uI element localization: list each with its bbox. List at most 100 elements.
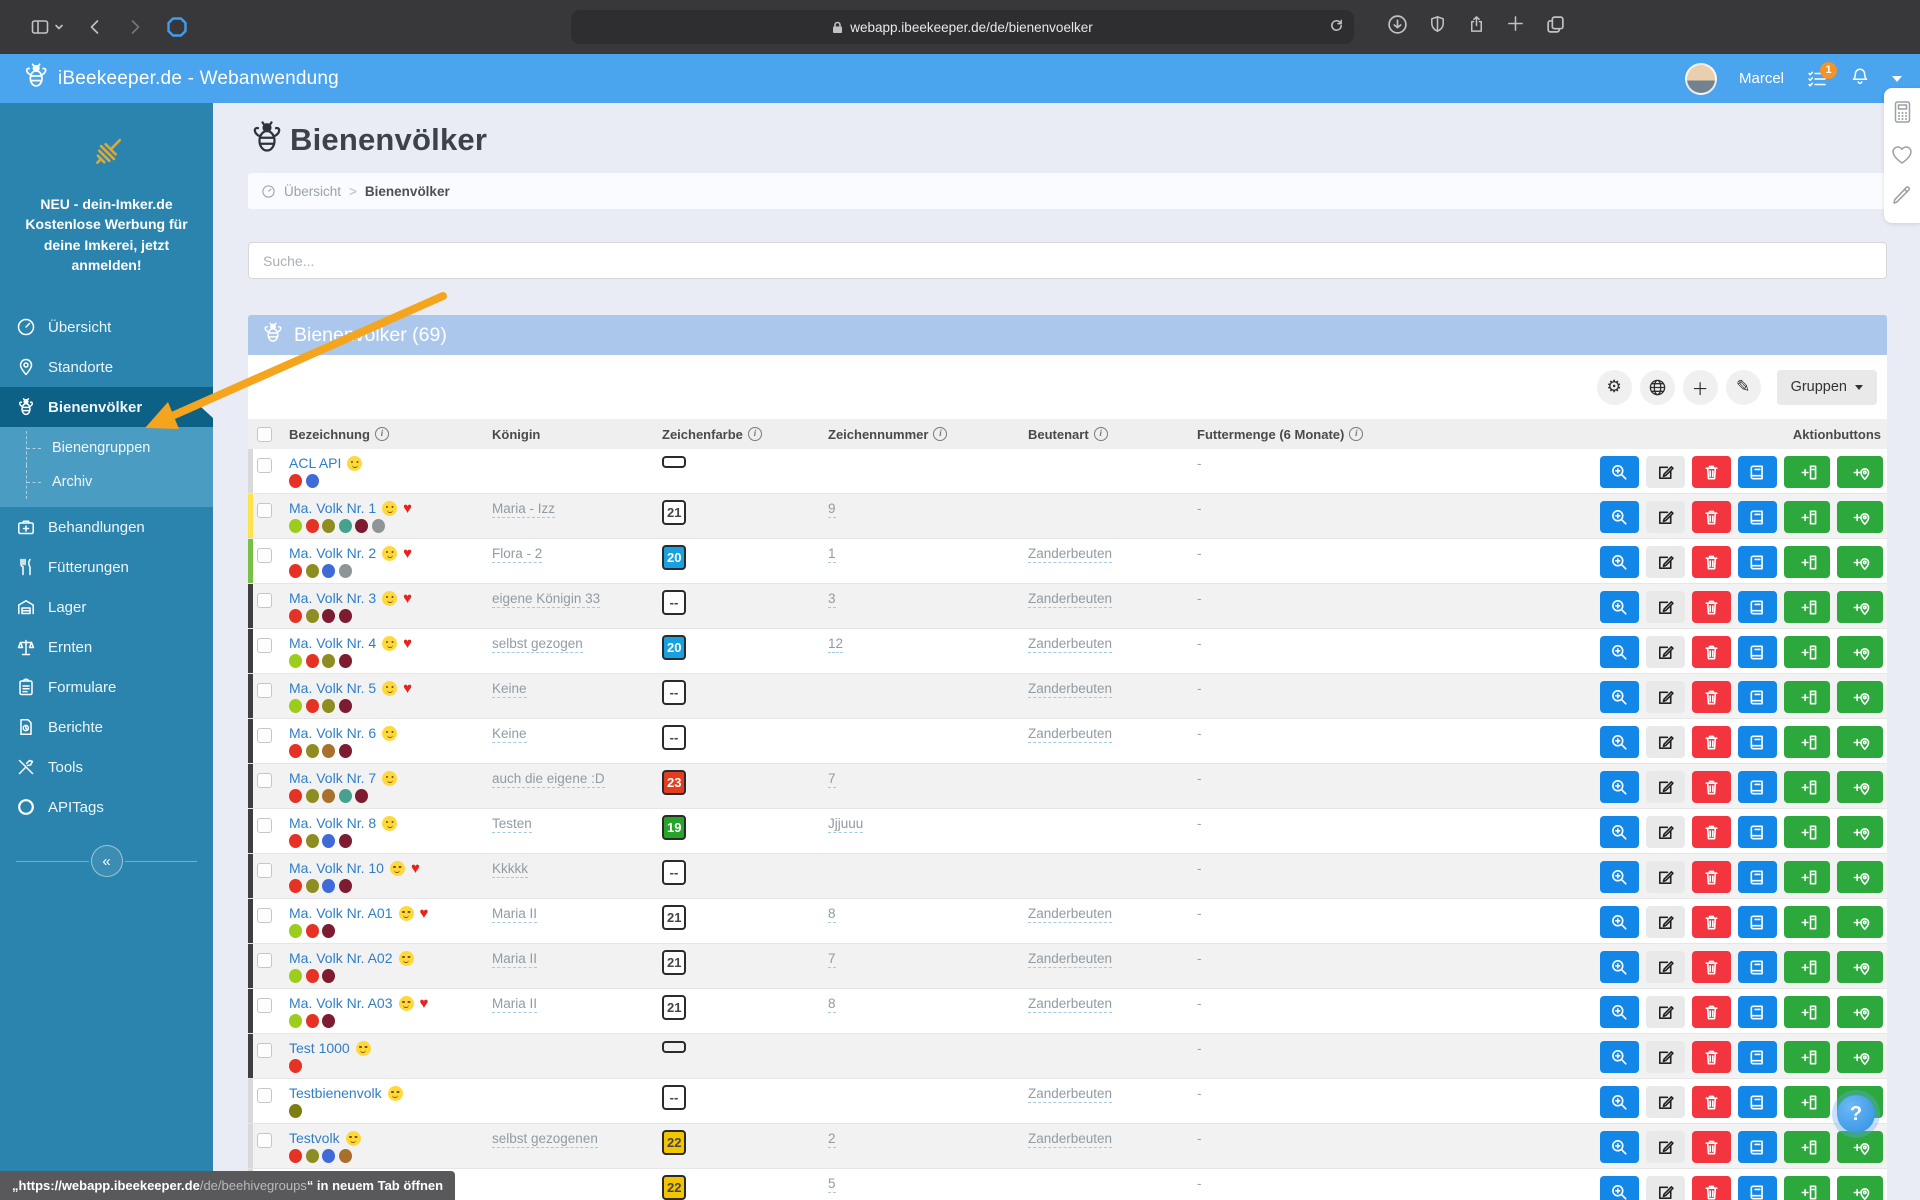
info-icon[interactable]: i: [375, 427, 389, 441]
mark-number-link[interactable]: 7: [828, 771, 836, 788]
edit-button[interactable]: [1646, 996, 1685, 1028]
view-button[interactable]: [1600, 996, 1639, 1028]
row-checkbox[interactable]: [257, 1088, 272, 1103]
breadcrumb-home[interactable]: Übersicht: [284, 184, 341, 199]
reload-icon[interactable]: [1329, 18, 1344, 36]
queen-link[interactable]: Keine: [492, 726, 527, 743]
view-button[interactable]: [1600, 1041, 1639, 1073]
delete-button[interactable]: [1692, 501, 1731, 533]
download-icon[interactable]: [1387, 14, 1408, 40]
delete-button[interactable]: [1692, 1176, 1731, 1200]
delete-button[interactable]: [1692, 906, 1731, 938]
mark-number-link[interactable]: 2: [828, 1131, 836, 1148]
gear-icon[interactable]: ⚙: [1597, 370, 1632, 405]
colony-name-link[interactable]: Ma. Volk Nr. 10: [289, 860, 384, 876]
add-location-button[interactable]: [1837, 861, 1883, 893]
promo-banner[interactable]: NEU - dein-Imker.de Kostenlose Werbung f…: [0, 103, 213, 293]
row-checkbox[interactable]: [257, 503, 272, 518]
journal-button[interactable]: [1738, 951, 1777, 983]
colony-name-link[interactable]: Testvolk: [289, 1130, 340, 1146]
add-location-button[interactable]: [1837, 1041, 1883, 1073]
edit-button[interactable]: [1646, 681, 1685, 713]
journal-button[interactable]: [1738, 861, 1777, 893]
user-menu-caret-icon[interactable]: [1892, 76, 1902, 82]
edit-button[interactable]: [1646, 456, 1685, 488]
colony-name-link[interactable]: Ma. Volk Nr. 3: [289, 590, 376, 606]
mark-number-link[interactable]: 1: [828, 546, 836, 563]
edit-button[interactable]: [1646, 591, 1685, 623]
journal-button[interactable]: [1738, 771, 1777, 803]
queen-link[interactable]: Maria II: [492, 906, 537, 923]
queen-link[interactable]: selbst gezogenen: [492, 1131, 598, 1148]
colony-name-link[interactable]: Ma. Volk Nr. 4: [289, 635, 376, 651]
edit-button[interactable]: [1646, 546, 1685, 578]
select-all-checkbox[interactable]: [257, 427, 272, 442]
hive-type-link[interactable]: Zanderbeuten: [1028, 726, 1112, 743]
row-checkbox[interactable]: [257, 863, 272, 878]
colony-name-link[interactable]: Ma. Volk Nr. A02: [289, 950, 393, 966]
hive-type-link[interactable]: Zanderbeuten: [1028, 951, 1112, 968]
colony-name-link[interactable]: Ma. Volk Nr. 5: [289, 680, 376, 696]
hive-type-link[interactable]: Zanderbeuten: [1028, 546, 1112, 563]
add-location-button[interactable]: [1837, 726, 1883, 758]
sidebar-subitem-bienengruppen[interactable]: Bienengruppen: [0, 431, 213, 465]
hive-type-link[interactable]: Zanderbeuten: [1028, 996, 1112, 1013]
journal-button[interactable]: [1738, 1086, 1777, 1118]
queen-link[interactable]: eigene Königin 33: [492, 591, 600, 608]
sidebar-item-apitags[interactable]: APITags: [0, 787, 213, 827]
info-icon[interactable]: i: [1094, 427, 1108, 441]
colony-name-link[interactable]: Ma. Volk Nr. 2: [289, 545, 376, 561]
column-zeichennummer[interactable]: Zeichennummer: [828, 427, 928, 442]
row-checkbox[interactable]: [257, 908, 272, 923]
edit-button[interactable]: [1646, 1131, 1685, 1163]
delete-button[interactable]: [1692, 726, 1731, 758]
search-input[interactable]: [248, 242, 1887, 279]
row-checkbox[interactable]: [257, 638, 272, 653]
sidebar-item-bienenv-lker[interactable]: Bienenvölker: [0, 387, 213, 427]
globe-icon[interactable]: [1640, 370, 1675, 405]
colony-name-link[interactable]: ACL API: [289, 455, 341, 471]
address-bar[interactable]: webapp.ibeekeeper.de/de/bienenvoelker: [571, 10, 1354, 44]
edit-button[interactable]: [1646, 951, 1685, 983]
new-tab-icon[interactable]: [1506, 14, 1525, 40]
mark-number-link[interactable]: 5: [828, 1176, 836, 1193]
pen-icon[interactable]: [1891, 184, 1913, 211]
share-icon[interactable]: [1467, 14, 1486, 40]
add-location-button[interactable]: [1837, 546, 1883, 578]
add-location-button[interactable]: [1837, 996, 1883, 1028]
colony-name-link[interactable]: Ma. Volk Nr. A01: [289, 905, 393, 921]
help-button[interactable]: ?: [1837, 1095, 1875, 1133]
sidebar-subitem-archiv[interactable]: Archiv: [0, 465, 213, 499]
view-button[interactable]: [1600, 771, 1639, 803]
journal-button[interactable]: [1738, 681, 1777, 713]
info-icon[interactable]: i: [748, 427, 762, 441]
extension-octagon-icon[interactable]: [166, 16, 188, 38]
row-checkbox[interactable]: [257, 998, 272, 1013]
add-location-button[interactable]: [1837, 1131, 1883, 1163]
add-journal-button[interactable]: [1784, 501, 1830, 533]
delete-button[interactable]: [1692, 861, 1731, 893]
queen-link[interactable]: Kkkkk: [492, 861, 528, 878]
delete-button[interactable]: [1692, 546, 1731, 578]
info-icon[interactable]: i: [933, 427, 947, 441]
colony-name-link[interactable]: Ma. Volk Nr. 1: [289, 500, 376, 516]
add-location-button[interactable]: [1837, 636, 1883, 668]
delete-button[interactable]: [1692, 816, 1731, 848]
view-button[interactable]: [1600, 681, 1639, 713]
view-button[interactable]: [1600, 456, 1639, 488]
tasks-icon[interactable]: 1: [1806, 69, 1828, 89]
delete-button[interactable]: [1692, 1041, 1731, 1073]
edit-button[interactable]: [1646, 726, 1685, 758]
view-button[interactable]: [1600, 861, 1639, 893]
add-location-button[interactable]: [1837, 456, 1883, 488]
add-journal-button[interactable]: [1784, 591, 1830, 623]
browser-forward-button[interactable]: [126, 18, 144, 36]
sidebar-item-behandlungen[interactable]: Behandlungen: [0, 507, 213, 547]
shield-icon[interactable]: [1428, 14, 1447, 40]
journal-button[interactable]: [1738, 501, 1777, 533]
queen-link[interactable]: Flora - 2: [492, 546, 542, 563]
hive-type-link[interactable]: Zanderbeuten: [1028, 1131, 1112, 1148]
add-journal-button[interactable]: [1784, 1086, 1830, 1118]
heart-icon[interactable]: [1890, 143, 1914, 170]
add-journal-button[interactable]: [1784, 906, 1830, 938]
